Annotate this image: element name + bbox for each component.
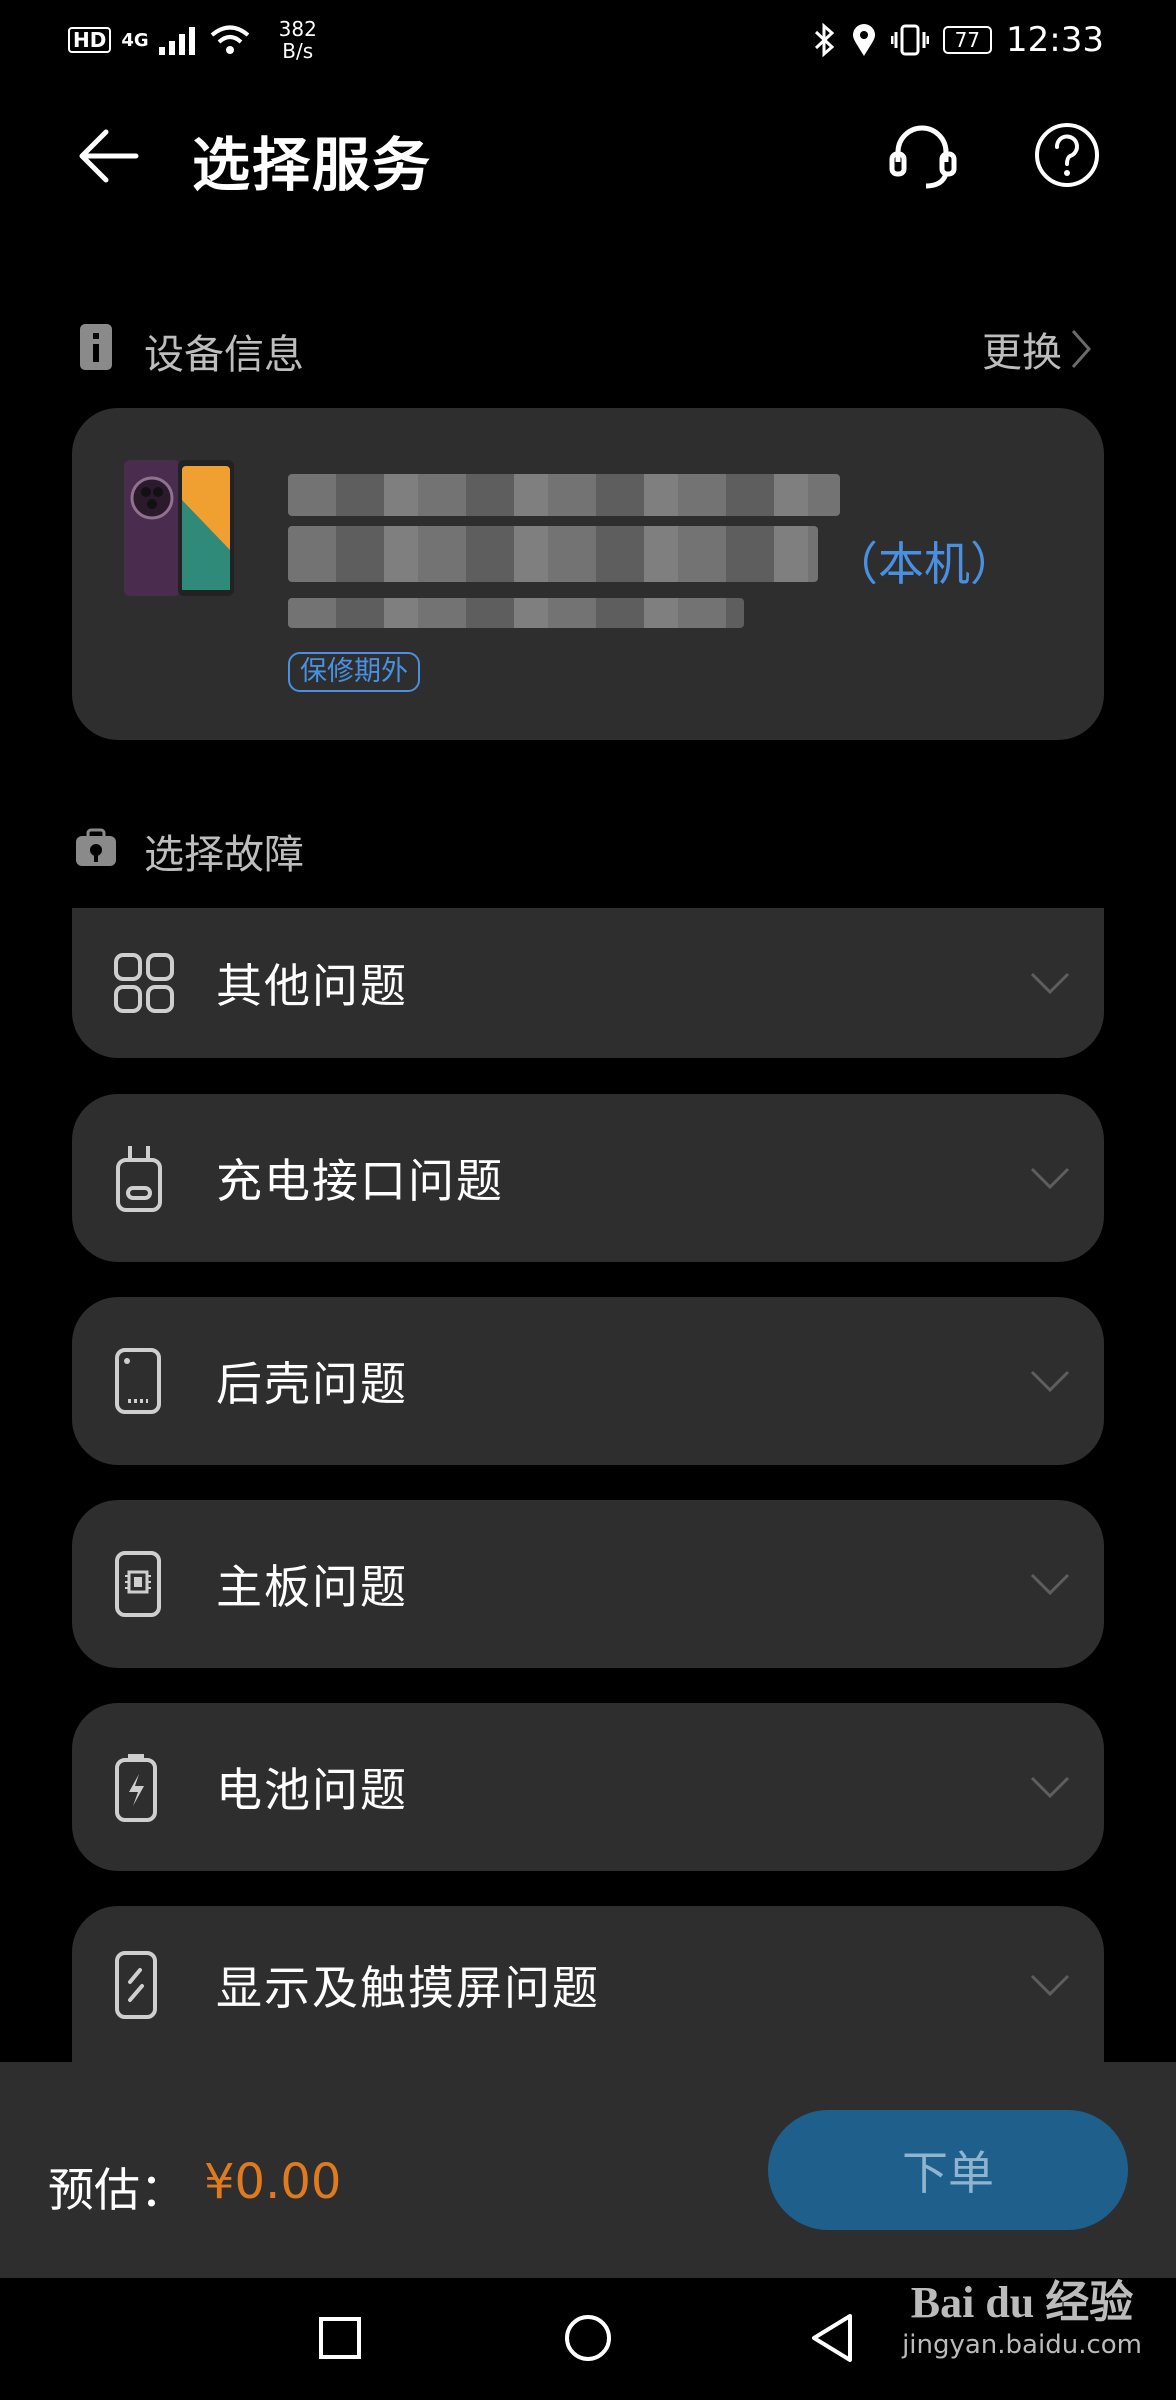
chevron-down-icon: [1030, 1370, 1070, 1393]
watermark-url: jingyan.baidu.com: [902, 2330, 1142, 2360]
device-info-label: 设备信息: [144, 332, 304, 378]
toolbox-icon: [76, 828, 116, 866]
back-arrow-icon[interactable]: [76, 124, 140, 188]
fault-label: 电池问题: [216, 1763, 408, 1817]
chevron-down-icon: [1030, 1776, 1070, 1799]
estimate-price: ¥0.00: [204, 2154, 342, 2210]
baidu-watermark: Bai du 经验 jingyan.baidu.com: [902, 2266, 1142, 2360]
clock: 12:33: [1006, 20, 1104, 60]
screen-icon: [115, 1951, 157, 2019]
fault-row-mainboard[interactable]: 主板问题: [72, 1500, 1104, 1668]
device-card: （本机） 保修期外: [72, 408, 1104, 740]
chevron-down-icon: [1030, 972, 1070, 995]
location-icon: [852, 24, 875, 56]
recent-apps-icon[interactable]: [318, 2316, 362, 2360]
change-label: 更换: [982, 330, 1062, 376]
device-serial-redacted: [288, 598, 744, 628]
signal-icon: [158, 27, 195, 55]
charging-port-icon: [116, 1146, 162, 1212]
network-speed: 382 B/s: [278, 17, 317, 63]
estimate-label: 预估：: [48, 2163, 186, 2217]
fault-row-other[interactable]: 其他问题: [72, 908, 1104, 1058]
battery-indicator: 77: [942, 26, 993, 54]
fault-row-charging-port[interactable]: 充电接口问题: [72, 1094, 1104, 1262]
fault-label: 显示及触摸屏问题: [216, 1961, 600, 2015]
watermark-brand: Bai du 经验: [910, 2278, 1134, 2327]
chevron-down-icon: [1030, 1974, 1070, 1997]
chevron-down-icon: [1030, 1573, 1070, 1596]
device-model-redacted: [288, 526, 818, 582]
fault-label: 充电接口问题: [216, 1154, 504, 1208]
phone-image: [124, 460, 234, 596]
home-icon[interactable]: [564, 2314, 612, 2362]
fault-label: 后壳问题: [216, 1357, 408, 1411]
info-icon: [80, 324, 112, 370]
change-device-link[interactable]: 更换: [982, 320, 1092, 378]
fault-label: 其他问题: [216, 959, 408, 1013]
chevron-right-icon: [1071, 330, 1092, 368]
customer-service-icon[interactable]: [886, 122, 960, 192]
status-bar-right: 77 12:33: [813, 12, 1104, 68]
chip-icon: [115, 1551, 161, 1617]
chevron-down-icon: [1030, 1167, 1070, 1190]
select-fault-label: 选择故障: [144, 832, 304, 878]
bluetooth-icon: [814, 23, 834, 57]
back-nav-icon[interactable]: [808, 2312, 856, 2364]
fault-row-battery[interactable]: 电池问题: [72, 1703, 1104, 1871]
grid-icon: [114, 953, 174, 1013]
wifi-icon: [210, 25, 249, 54]
order-button[interactable]: 下单: [768, 2110, 1128, 2230]
hd-badge: HD: [68, 27, 112, 53]
vibrate-icon: [890, 24, 929, 56]
status-bar-left: HD 4G 382 B/s: [68, 12, 317, 68]
fault-row-display[interactable]: 显示及触摸屏问题: [72, 1906, 1104, 2064]
warranty-badge: 保修期外: [288, 652, 420, 692]
phone-back-icon: [115, 1348, 161, 1414]
device-name-redacted: [288, 474, 840, 516]
page-title: 选择服务: [192, 131, 433, 199]
help-icon[interactable]: [1034, 122, 1100, 188]
this-device-label: （本机）: [832, 537, 1016, 591]
fault-label: 主板问题: [216, 1560, 408, 1614]
network-type: 4G: [121, 29, 149, 51]
battery-icon: [115, 1754, 157, 1822]
fault-row-back-cover[interactable]: 后壳问题: [72, 1297, 1104, 1465]
